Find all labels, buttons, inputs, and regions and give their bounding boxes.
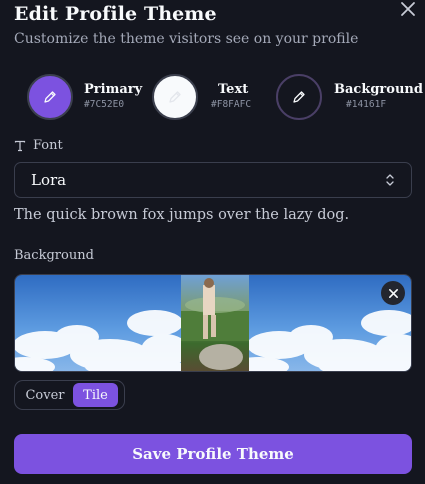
page-subtitle: Customize the theme visitors see on your… [14,31,359,47]
background-color-picker[interactable] [276,74,322,120]
background-swatch[interactable] [276,74,322,120]
font-preview: The quick brown fox jumps over the lazy … [14,207,350,223]
close-icon [388,288,398,298]
color-name: Background [334,82,423,97]
font-section-label: Font [14,138,63,153]
primary-color-picker[interactable] [27,74,73,120]
save-theme-button[interactable]: Save Profile Theme [14,434,412,474]
color-hex: #F8FAFC [211,99,252,110]
chevron-up-down-icon [386,174,394,186]
primary-swatch[interactable] [27,74,73,120]
background-mode-toggle: Cover Tile [14,380,125,410]
background-image-preview[interactable] [14,274,412,372]
page-title: Edit Profile Theme [14,3,217,25]
background-section-label: Background [14,248,94,263]
close-icon[interactable] [399,0,417,18]
pencil-icon [293,91,305,103]
remove-background-button[interactable] [381,281,405,305]
color-hex: #14161F [346,99,387,110]
color-name: Text [218,82,249,97]
font-select[interactable]: Lora [14,162,412,198]
mode-tile-option[interactable]: Tile [73,383,118,407]
text-icon [14,140,26,151]
font-selected-value: Lora [31,171,67,189]
text-swatch[interactable] [152,74,198,120]
background-image [15,275,411,371]
color-hex: #7C52E0 [84,99,125,110]
text-color-info: Text #F8FAFC [211,82,251,110]
font-label-text: Font [33,138,63,153]
primary-color-info: Primary #7C52E0 [84,82,142,110]
pencil-icon [169,91,181,103]
background-color-info: Background #14161F [334,82,423,110]
pencil-icon [44,91,56,103]
text-color-picker[interactable] [152,74,198,120]
mode-cover-option[interactable]: Cover [17,383,73,407]
color-name: Primary [84,82,143,97]
